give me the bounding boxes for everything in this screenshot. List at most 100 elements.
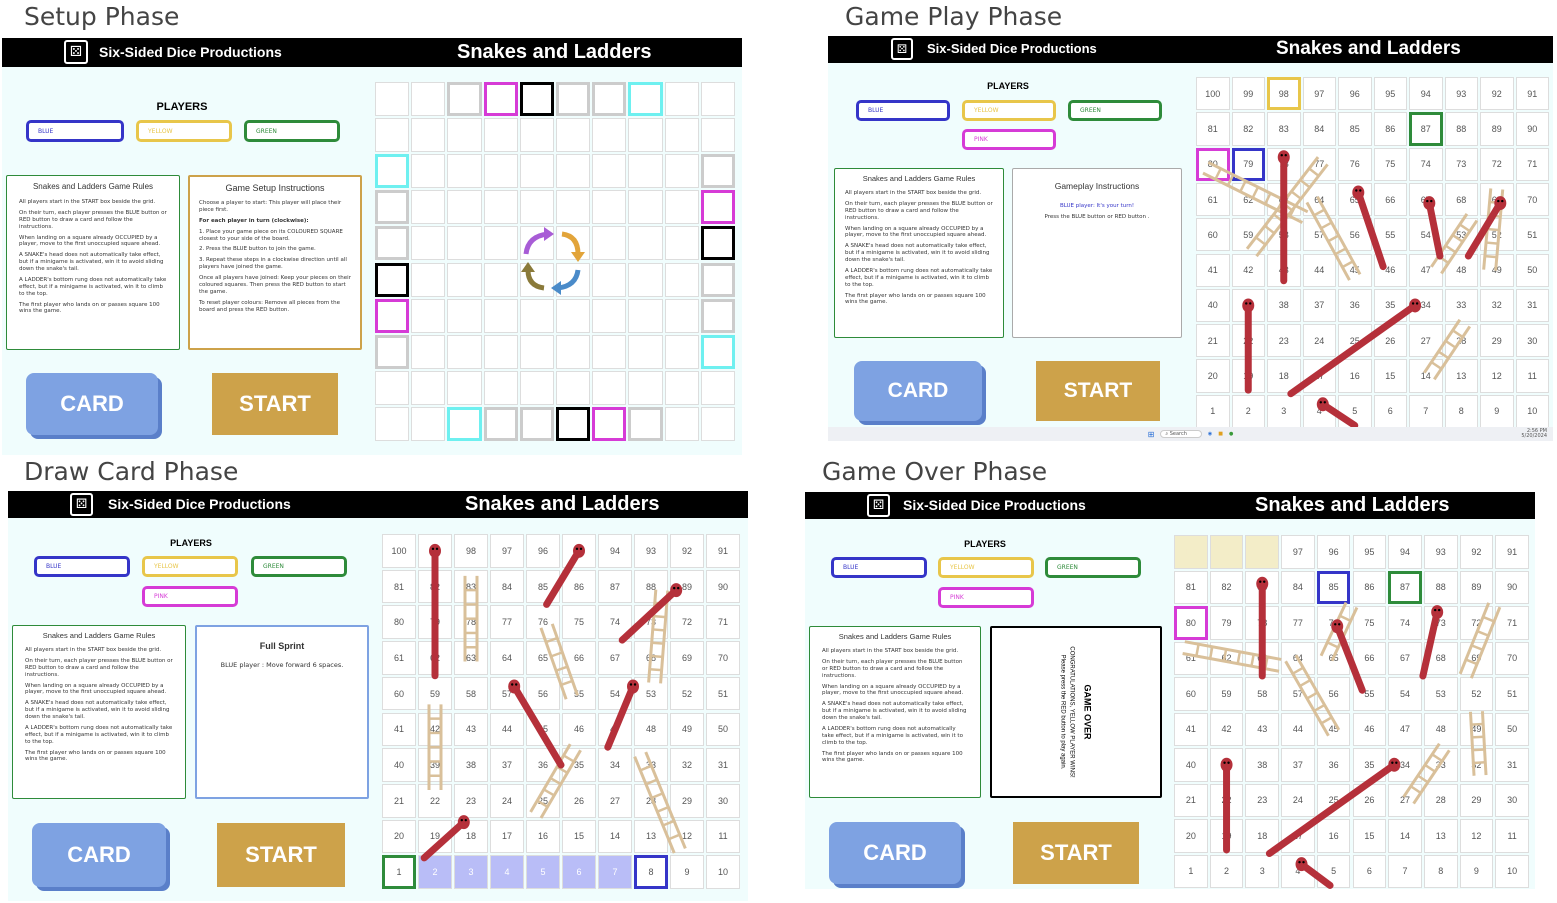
board-square: 33: [1444, 288, 1478, 323]
start-button[interactable]: START: [212, 373, 338, 435]
board-square: 93: [634, 534, 668, 568]
board-square: [700, 334, 735, 369]
board-square: 46: [1352, 712, 1387, 746]
player-blue: BLUE: [856, 100, 950, 121]
board-square: 78: [1267, 147, 1301, 181]
board-square: 92: [1480, 77, 1514, 111]
board-square: 28: [634, 783, 668, 818]
taskbar-app-icon[interactable]: ◉: [1208, 431, 1212, 437]
board-square: [375, 154, 410, 189]
board-square: 66: [1352, 641, 1387, 675]
board-square: 49: [670, 712, 704, 747]
taskbar-app-icon[interactable]: ■: [1218, 431, 1223, 437]
board-square: [375, 262, 410, 297]
board-square: 54: [1409, 218, 1443, 252]
board-square: 88: [1423, 570, 1458, 604]
player-yellow: YELLOW: [136, 120, 232, 142]
board-square: 81: [382, 569, 416, 604]
board-square: 76: [1316, 606, 1351, 640]
card-button[interactable]: CARD: [829, 822, 961, 884]
rule-text: The first player who lands on or passes …: [845, 292, 986, 306]
board-square: 22: [1209, 783, 1244, 817]
board-square: 84: [490, 569, 524, 604]
start-button[interactable]: START: [1013, 822, 1139, 884]
rule-text: A LADDER's bottom rung does not automati…: [845, 267, 993, 288]
board-square: 64: [1302, 182, 1336, 217]
board-square: [447, 262, 482, 297]
board-square: 15: [1373, 359, 1407, 393]
board-square: 79: [1209, 606, 1244, 640]
setup-step: Once all players have joined: Keep your …: [199, 275, 351, 295]
game-title: Snakes and Ladders: [457, 41, 652, 63]
start-button[interactable]: START: [1036, 361, 1160, 421]
board-square: [592, 334, 627, 369]
board-square: [375, 370, 410, 405]
board-square: 49: [1480, 253, 1514, 287]
board-square: 27: [598, 783, 632, 818]
board-square: 95: [562, 534, 596, 568]
board-square: 38: [1267, 288, 1301, 323]
board-square: 21: [1196, 324, 1230, 358]
board-square: 11: [1495, 819, 1529, 853]
board-square: [519, 82, 554, 117]
board-square: [556, 406, 591, 441]
board-square: 71: [1515, 147, 1549, 181]
board-square: [700, 226, 735, 261]
card-button[interactable]: CARD: [32, 823, 166, 887]
board-square: [447, 154, 482, 189]
board-square: 7: [598, 855, 632, 889]
setup-step: 1. Place your game piece on its COLOURED…: [199, 228, 343, 242]
board-square: 53: [634, 676, 668, 711]
company-name: Six-Sided Dice Productions: [927, 41, 1097, 56]
board-square: 99: [1209, 535, 1244, 569]
card-button[interactable]: CARD: [854, 361, 982, 421]
taskbar-app-icon[interactable]: ●: [1229, 431, 1233, 437]
board-square: 97: [1302, 77, 1336, 111]
board-square: 44: [1302, 253, 1336, 287]
board-square: [483, 154, 518, 189]
board-square: 67: [1409, 182, 1443, 217]
board-square: 1: [1174, 854, 1208, 888]
rule-text: The first player who lands on or passes …: [25, 749, 166, 763]
board-square: 71: [1495, 606, 1529, 640]
board-square: [700, 190, 735, 225]
board-square: [519, 298, 554, 333]
board-square: 42: [1231, 253, 1265, 287]
board-square: 40: [1196, 288, 1230, 323]
board-square: 30: [1515, 324, 1549, 358]
setup-step: 3. Repeat these steps in a clockwise dir…: [199, 257, 347, 271]
board-square: 56: [1338, 218, 1372, 252]
start-button[interactable]: START: [217, 823, 345, 887]
board-square: [411, 154, 446, 189]
board-square: 53: [1444, 218, 1478, 252]
board-square: 8: [1444, 394, 1478, 428]
board-square: 60: [1174, 677, 1208, 711]
card-button[interactable]: CARD: [26, 373, 158, 435]
board-square: 14: [598, 819, 632, 854]
board-square: 94: [1409, 77, 1443, 111]
board-square: [592, 190, 627, 225]
game-over-rotated-text: GAME OVER CONGRATULATIONS, YELLOW PLAYER…: [1060, 632, 1093, 792]
board-square: 85: [1316, 570, 1351, 604]
board-square: 17: [1302, 359, 1336, 393]
board-square: 33: [634, 748, 668, 782]
board-square: 77: [490, 605, 524, 640]
windows-start-icon[interactable]: ⊞: [1148, 430, 1155, 439]
board-square: [519, 226, 554, 261]
over-screen: ⚄ Six-Sided Dice Productions Snakes and …: [805, 492, 1535, 889]
board-square: 8: [1423, 854, 1458, 888]
board-square: [592, 370, 627, 405]
board-square: [664, 370, 699, 405]
board-square: [700, 370, 735, 405]
board-square: 91: [1515, 77, 1549, 111]
board-square: 89: [670, 569, 704, 604]
board-square: 76: [1338, 147, 1372, 181]
board-square: 100: [1196, 77, 1230, 111]
board-square: [664, 406, 699, 441]
board-square: 58: [454, 676, 488, 711]
taskbar-search[interactable]: ⌕ Search: [1160, 430, 1202, 438]
board-square: 16: [1316, 819, 1351, 853]
player-yellow: YELLOW: [962, 100, 1056, 121]
board-square: 77: [1281, 606, 1315, 640]
board-square: 83: [1245, 570, 1280, 604]
